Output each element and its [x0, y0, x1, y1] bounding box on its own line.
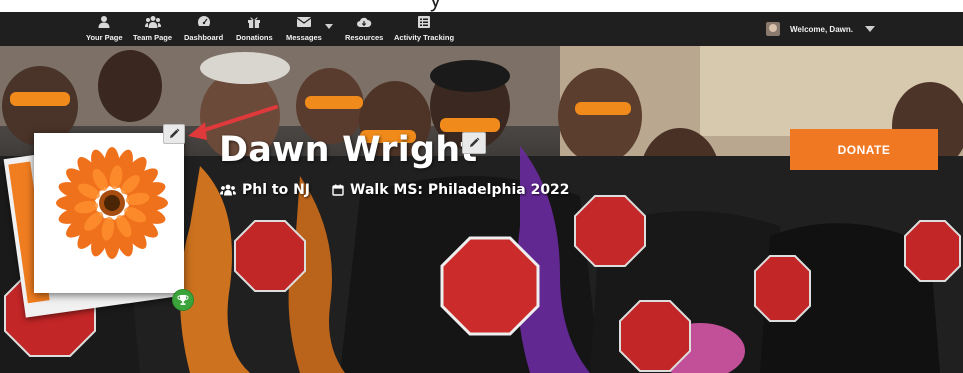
orange-flower-image: [56, 147, 168, 259]
nav-activity-tracking[interactable]: Activity Tracking: [394, 14, 454, 44]
nav-label: Messages: [286, 33, 322, 42]
nav-your-page[interactable]: Your Page: [86, 14, 123, 44]
nav-dashboard[interactable]: Dashboard: [184, 14, 223, 44]
edit-photo-button[interactable]: [163, 124, 185, 144]
messages-dropdown-caret-icon[interactable]: [325, 24, 333, 29]
event-name: Walk MS: Philadelphia 2022: [350, 182, 570, 198]
pencil-icon: [470, 137, 480, 147]
nav-label: Dashboard: [184, 33, 224, 42]
photo-card-front: [34, 133, 184, 293]
top-cut-off-caption: y: [0, 0, 963, 12]
nav-resources[interactable]: Resources: [345, 14, 383, 44]
user-icon: [98, 16, 110, 28]
team-icon: [220, 184, 236, 196]
avatar: [766, 22, 780, 36]
nav-donations[interactable]: Donations: [236, 14, 273, 44]
top-navbar: Your Page Team Page Dashboard Donations …: [0, 12, 963, 46]
profile-photo: [3, 133, 194, 323]
envelope-icon: [296, 17, 312, 27]
participant-name: Dawn Wright: [219, 130, 478, 170]
donate-button[interactable]: DONATE: [790, 129, 938, 170]
hero-banner: Dawn Wright Phl to NJ Walk MS: Philadelp…: [0, 46, 963, 373]
cloud-icon: [357, 17, 372, 27]
gift-icon: [248, 17, 261, 28]
pencil-icon: [170, 128, 180, 138]
team-link[interactable]: Phl to NJ: [220, 182, 310, 198]
trophy-icon: [177, 295, 189, 305]
event-link[interactable]: Walk MS: Philadelphia 2022: [332, 182, 570, 198]
nav-label: Donations: [236, 33, 273, 42]
team-icon: [144, 16, 161, 28]
nav-label: Your Page: [86, 33, 123, 42]
chevron-down-icon: [864, 26, 875, 32]
nav-label: Team Page: [133, 33, 173, 42]
calendar-icon: [332, 184, 344, 196]
participant-meta: Phl to NJ Walk MS: Philadelphia 2022: [220, 182, 570, 198]
team-name: Phl to NJ: [242, 182, 311, 198]
list-icon: [418, 16, 431, 28]
edit-name-button[interactable]: [462, 132, 486, 154]
nav-messages[interactable]: Messages: [286, 14, 322, 44]
nav-team-page[interactable]: Team Page: [133, 14, 172, 44]
welcome-text: Welcome, Dawn.: [790, 24, 853, 34]
dashboard-icon: [197, 16, 210, 26]
nav-label: Activity Tracking: [394, 33, 455, 42]
page-frame: Your Page Team Page Dashboard Donations …: [0, 12, 963, 373]
trophy-badge: [172, 289, 194, 311]
user-menu[interactable]: Welcome, Dawn.: [766, 21, 875, 37]
nav-label: Resources: [345, 33, 384, 42]
